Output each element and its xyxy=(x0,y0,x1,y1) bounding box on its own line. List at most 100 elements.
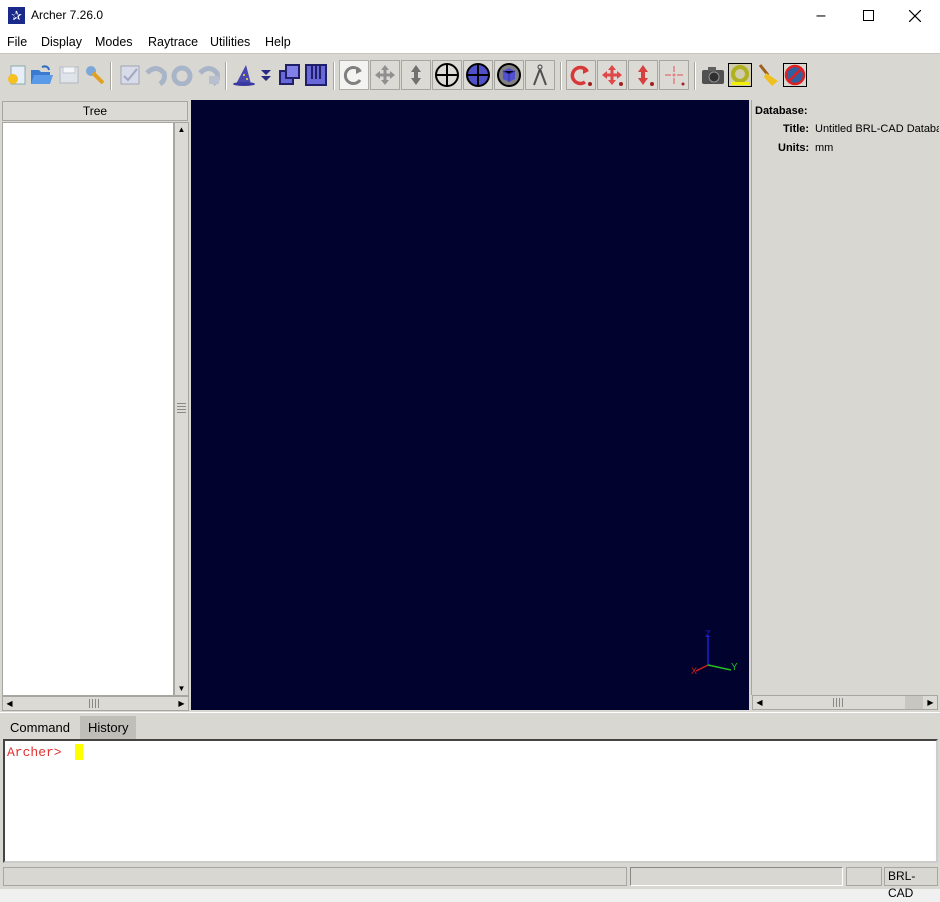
tree-horizontal-scrollbar[interactable]: ◀ ▶ xyxy=(2,696,189,711)
center-object-button[interactable] xyxy=(659,60,689,90)
tree-vertical-scrollbar[interactable]: ▲ ▼ xyxy=(174,122,189,696)
close-button[interactable] xyxy=(892,0,938,31)
raytrace-button[interactable] xyxy=(700,63,724,87)
tree-panel: Tree ▲ ▼ ◀ ▶ xyxy=(1,100,189,711)
scale-object-button[interactable] xyxy=(628,60,658,90)
scroll-right-icon[interactable]: ▶ xyxy=(175,697,188,710)
scroll-left-icon[interactable]: ◀ xyxy=(753,696,766,709)
menu-help[interactable]: Help xyxy=(265,35,291,49)
minimize-button[interactable]: – xyxy=(798,0,844,31)
z-axis-label: Z xyxy=(705,629,711,639)
toolbar-separator xyxy=(225,62,227,90)
graphics-viewport[interactable]: Z Y X xyxy=(191,100,749,710)
y-axis-label: Y xyxy=(731,662,738,673)
open-folder-icon xyxy=(31,65,53,84)
status-progress xyxy=(630,867,843,886)
columns-icon xyxy=(305,64,327,86)
move-object-icon xyxy=(602,65,623,86)
double-chevron-down-icon xyxy=(261,70,271,81)
undo-icon xyxy=(145,66,167,86)
preferences-button[interactable] xyxy=(83,63,107,87)
x-axis-label: X xyxy=(691,666,697,676)
rotate-icon xyxy=(343,66,362,85)
measure-tool-button[interactable] xyxy=(525,60,555,90)
checkpoint-icon xyxy=(120,65,140,85)
save-database-button[interactable] xyxy=(57,63,81,87)
menu-modes[interactable]: Modes xyxy=(95,35,133,49)
scroll-left-icon[interactable]: ◀ xyxy=(3,697,16,710)
raytrace-control-icon xyxy=(731,65,749,85)
camera-icon xyxy=(702,67,724,84)
units-value: mm xyxy=(815,142,834,154)
rotate-view-button[interactable] xyxy=(339,60,369,90)
command-prompt: Archer> xyxy=(7,745,62,760)
center-component-button[interactable] xyxy=(463,60,493,90)
view-columns-button[interactable] xyxy=(304,63,328,87)
wizard-dropdown-button[interactable] xyxy=(259,63,273,87)
revert-icon xyxy=(171,65,193,86)
translate-view-button[interactable] xyxy=(370,60,400,90)
wizard-button[interactable] xyxy=(232,63,256,87)
tree-header[interactable]: Tree xyxy=(2,101,188,121)
compass-measure-icon xyxy=(533,64,547,86)
new-database-button[interactable] xyxy=(5,63,29,87)
command-console[interactable]: Archer> xyxy=(3,739,938,863)
view-overlap-button[interactable] xyxy=(278,63,302,87)
undo-button[interactable] xyxy=(144,63,168,87)
toolbar-separator xyxy=(560,62,562,90)
scale-view-button[interactable] xyxy=(401,60,431,90)
center-object-icon xyxy=(665,66,685,86)
scrollbar-grip[interactable] xyxy=(833,698,843,707)
info-horizontal-scrollbar[interactable]: ◀ ▶ xyxy=(752,695,938,710)
tab-history[interactable]: History xyxy=(80,716,137,740)
move-arrows-icon xyxy=(375,65,395,85)
status-message xyxy=(3,867,627,886)
scale-object-icon xyxy=(638,65,654,86)
clear-display-button[interactable] xyxy=(756,63,780,87)
text-cursor xyxy=(75,744,83,760)
translate-object-button[interactable] xyxy=(597,60,627,90)
menu-bar: File Display Modes Raytrace Utilities He… xyxy=(0,31,940,53)
center-view-button[interactable] xyxy=(432,60,462,90)
y-axis-line xyxy=(707,664,732,671)
toolbar-separator xyxy=(110,62,112,90)
cube-circle-icon xyxy=(497,63,521,87)
title-label: Title: xyxy=(783,123,810,135)
units-label: Units: xyxy=(778,142,810,154)
scrollbar-thumb[interactable] xyxy=(905,696,923,709)
revert-all-button[interactable] xyxy=(197,63,221,87)
status-bar: BRL-CAD xyxy=(0,864,940,900)
scroll-down-icon[interactable]: ▼ xyxy=(175,682,188,695)
database-label: Database: xyxy=(755,105,808,117)
raytrace-control-button[interactable] xyxy=(728,63,752,87)
abort-raytrace-button[interactable] xyxy=(783,63,807,87)
scrollbar-grip[interactable] xyxy=(177,403,186,413)
broom-icon xyxy=(758,64,778,86)
menu-raytrace[interactable]: Raytrace xyxy=(148,35,198,49)
component-select-button[interactable] xyxy=(494,60,524,90)
toolbar-separator xyxy=(694,62,696,90)
menu-display[interactable]: Display xyxy=(41,35,82,49)
menu-utilities[interactable]: Utilities xyxy=(210,35,250,49)
scroll-up-icon[interactable]: ▲ xyxy=(175,123,188,136)
status-small xyxy=(846,867,882,886)
save-icon xyxy=(59,66,79,84)
wizard-hat-icon xyxy=(233,65,255,86)
toolbar-separator xyxy=(333,62,335,90)
tree-view[interactable] xyxy=(2,122,174,696)
revert-button[interactable] xyxy=(170,63,194,87)
revert-all-icon xyxy=(198,66,220,86)
menu-file[interactable]: File xyxy=(7,35,27,49)
scale-arrows-icon xyxy=(411,65,421,85)
tab-command[interactable]: Command xyxy=(2,716,78,740)
scroll-right-icon[interactable]: ▶ xyxy=(924,696,937,709)
rotate-object-button[interactable] xyxy=(566,60,596,90)
main-area: Tree ▲ ▼ ◀ ▶ Z Y X Database: Title: Unti… xyxy=(0,99,940,712)
maximize-button[interactable] xyxy=(845,0,891,31)
status-brlcad-label: BRL-CAD xyxy=(884,867,938,900)
checkpoint-button[interactable] xyxy=(118,63,142,87)
open-database-button[interactable] xyxy=(30,63,54,87)
abort-icon xyxy=(784,64,806,86)
scrollbar-grip[interactable] xyxy=(89,699,99,708)
command-area: Command History Archer> xyxy=(0,712,940,864)
